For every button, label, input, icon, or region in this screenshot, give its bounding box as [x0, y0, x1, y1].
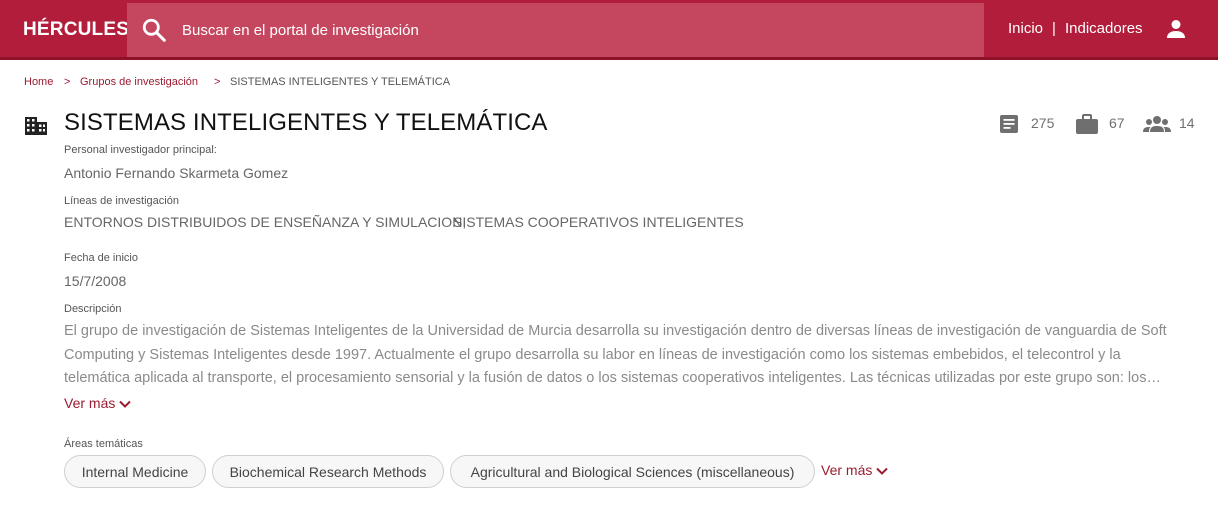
breadcrumb-home[interactable]: Home — [24, 76, 53, 88]
pi-label: Personal investigador principal: — [64, 144, 217, 156]
pi-name[interactable]: Antonio Fernando Skarmeta Gomez — [64, 165, 288, 181]
start-date: 15/7/2008 — [64, 273, 127, 289]
ver-mas-label: Ver más — [821, 462, 873, 478]
briefcase-icon — [1076, 114, 1098, 134]
members-count: 14 — [1179, 115, 1195, 131]
lines-label: Líneas de investigación — [64, 195, 179, 207]
chevron-down-icon — [876, 468, 889, 476]
area-chip[interactable]: Biochemical Research Methods — [212, 455, 444, 488]
description-ver-mas[interactable]: Ver más — [64, 395, 132, 411]
search-bar[interactable] — [127, 3, 984, 57]
areas-ver-mas[interactable]: Ver más — [821, 462, 889, 478]
breadcrumb-groups[interactable]: Grupos de investigación — [80, 76, 198, 88]
search-icon[interactable] — [141, 17, 167, 43]
research-line-1[interactable]: ENTORNOS DISTRIBUIDOS DE ENSEÑANZA Y SIM… — [64, 214, 466, 230]
projects-count: 67 — [1109, 115, 1125, 131]
nav-link-indicadores[interactable]: Indicadores — [1065, 20, 1143, 37]
nav-link-inicio[interactable]: Inicio — [1008, 20, 1043, 37]
user-icon[interactable] — [1164, 17, 1188, 41]
navbar-divider — [0, 57, 1218, 60]
search-input[interactable] — [182, 3, 962, 57]
research-line-2[interactable]: SISTEMAS COOPERATIVOS INTELIGENTES — [453, 214, 744, 230]
people-icon — [1143, 116, 1171, 132]
chevron-down-icon — [119, 401, 132, 409]
publications-count: 275 — [1031, 115, 1055, 131]
breadcrumb-separator: > — [64, 76, 71, 88]
start-date-label: Fecha de inicio — [64, 252, 138, 264]
area-chip[interactable]: Internal Medicine — [64, 455, 206, 488]
building-icon — [25, 117, 47, 135]
page-title: SISTEMAS INTELIGENTES Y TELEMÁTICA — [64, 109, 548, 136]
areas-label: Áreas temáticas — [64, 438, 143, 450]
ver-mas-label: Ver más — [64, 395, 116, 411]
description-label: Descripción — [64, 303, 122, 315]
area-chip[interactable]: Agricultural and Biological Sciences (mi… — [450, 455, 815, 488]
breadcrumb-separator: > — [214, 76, 221, 88]
description-text: El grupo de investigación de Sistemas In… — [64, 323, 1167, 386]
publications-icon — [1000, 115, 1018, 133]
breadcrumb-current: SISTEMAS INTELIGENTES Y TELEMÁTICA — [230, 76, 451, 88]
brand-logo[interactable]: HÉRCULES — [23, 19, 129, 41]
nav-separator: | — [1052, 20, 1056, 37]
